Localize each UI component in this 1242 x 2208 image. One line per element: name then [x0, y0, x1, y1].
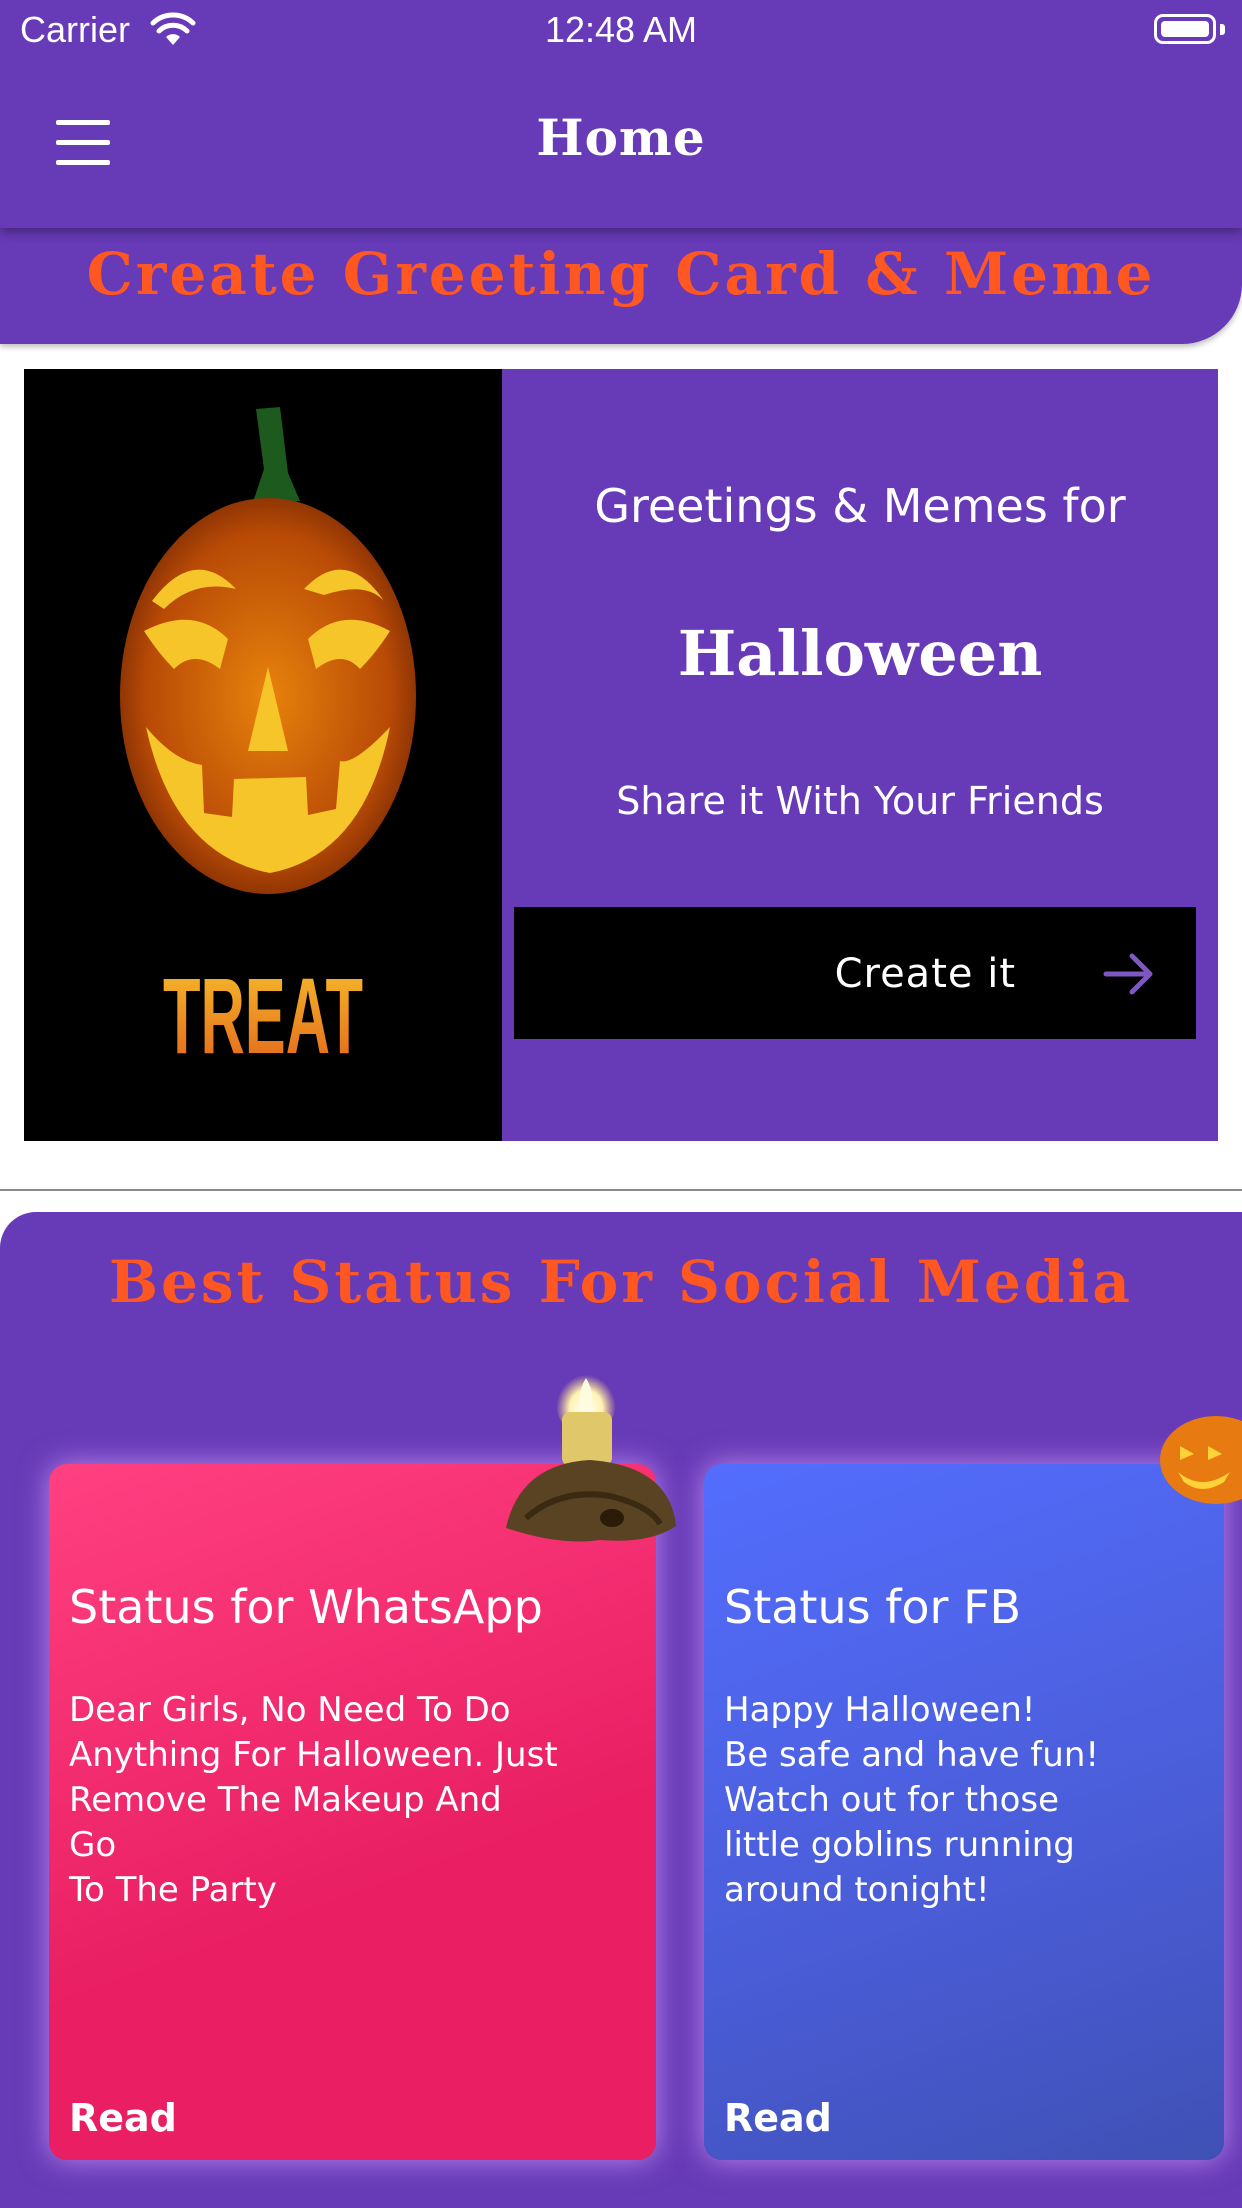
create-it-button[interactable]: Create it — [514, 907, 1196, 1039]
read-button[interactable]: Read — [724, 2096, 832, 2140]
promo-subtitle: Greetings & Memes for — [594, 479, 1126, 533]
treat-label: TREAT — [163, 955, 363, 1076]
pumpkin-illustration: TREAT — [120, 407, 416, 1076]
halloween-promo-card[interactable]: TREAT Greetings & Memes for Halloween Sh… — [24, 369, 1218, 1141]
arrow-right-icon — [1103, 953, 1153, 995]
card-body: Happy Halloween! Be safe and have fun! W… — [724, 1690, 1099, 1910]
battery-tip — [1220, 24, 1225, 35]
page-title: Home — [536, 108, 706, 167]
banner-title: Create Greeting Card & Meme — [86, 240, 1156, 308]
battery-icon — [1154, 14, 1216, 44]
section-divider — [0, 1189, 1242, 1191]
create-it-label: Create it — [834, 951, 1016, 997]
card-title: Status for FB — [724, 1580, 1022, 1634]
jack-o-lantern-image: TREAT — [24, 369, 502, 1141]
clock: 12:48 AM — [544, 9, 698, 50]
fb-status-card[interactable]: Status for FB Happy Halloween! Be safe a… — [704, 1464, 1224, 2160]
top-app-bar: Carrier 12:48 AM Home — [0, 0, 1242, 228]
candle-skull-icon — [506, 1368, 676, 1542]
status-bar: Carrier 12:48 AM — [0, 0, 1242, 62]
read-button[interactable]: Read — [69, 2096, 177, 2140]
status-section: Best Status For Social Media Status for … — [0, 1212, 1242, 2208]
card-title: Status for WhatsApp — [69, 1580, 543, 1634]
pumpkin-icon — [1160, 1416, 1242, 1504]
status-section-title: Best Status For Social Media — [108, 1248, 1134, 1316]
promo-tagline: Share it With Your Friends — [616, 779, 1104, 823]
card-body: Dear Girls, No Need To Do Anything For H… — [69, 1690, 558, 1910]
greeting-banner: Create Greeting Card & Meme — [0, 226, 1242, 344]
promo-headline: Halloween — [677, 617, 1043, 690]
whatsapp-status-card[interactable]: Status for WhatsApp Dear Girls, No Need … — [49, 1464, 656, 2160]
